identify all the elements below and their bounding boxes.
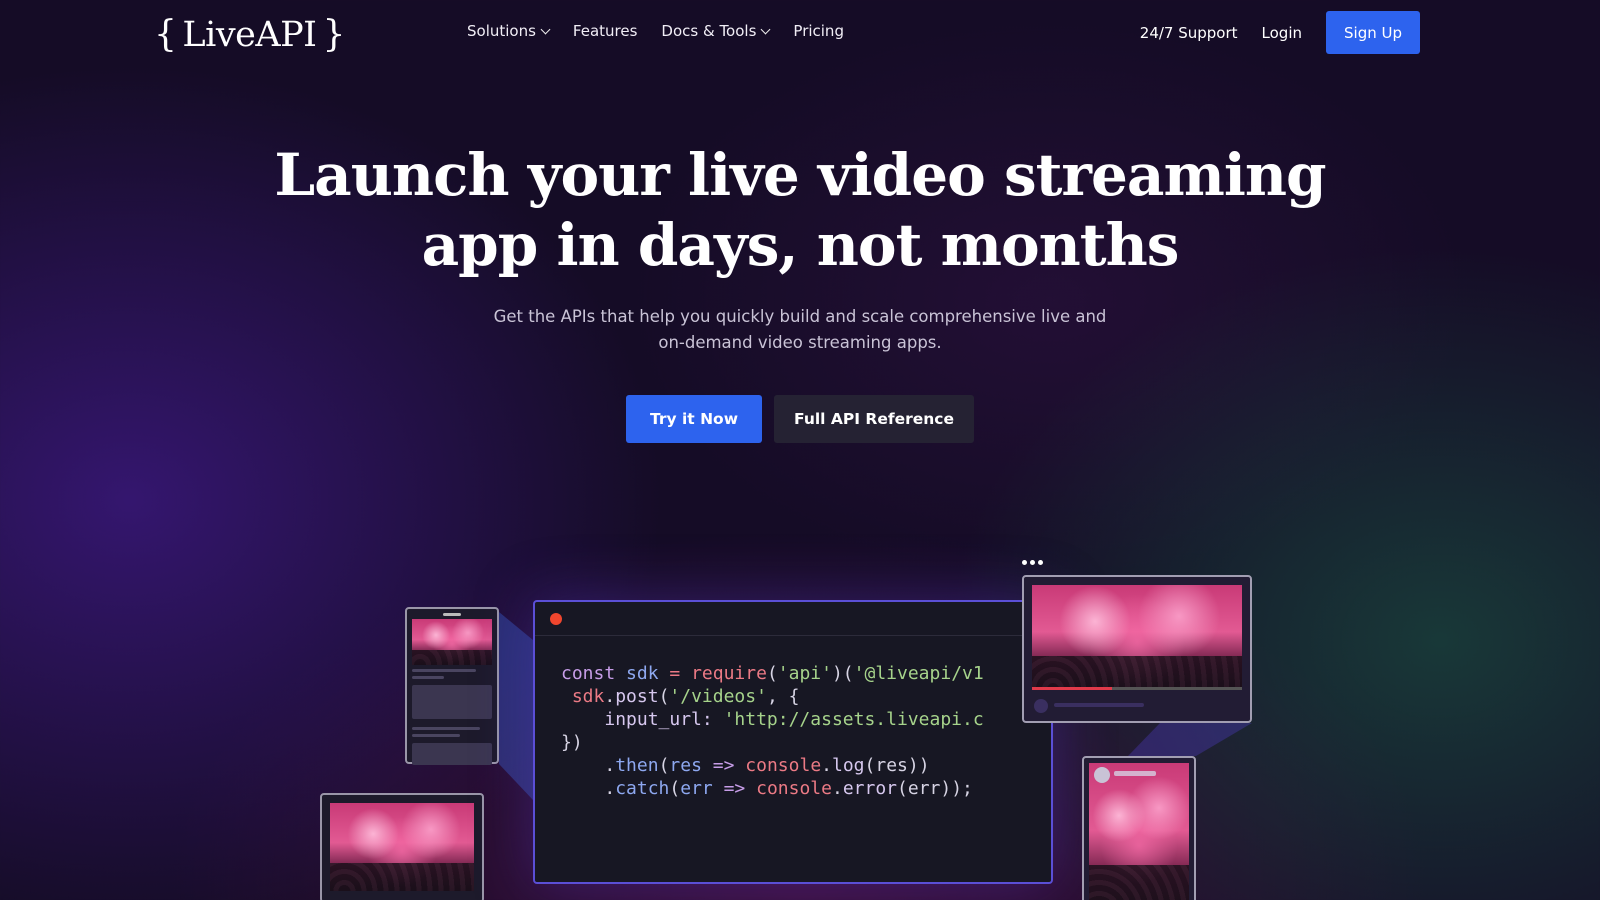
nav-item-label: Docs & Tools xyxy=(661,22,757,40)
code-line-4: }) xyxy=(561,732,583,753)
phone-mockup-right xyxy=(1082,756,1196,900)
placeholder-block xyxy=(412,743,492,765)
avatar xyxy=(1034,699,1048,713)
nav-item-label: Solutions xyxy=(467,22,536,40)
api-reference-button[interactable]: Full API Reference xyxy=(774,395,974,443)
more-options-icon xyxy=(1022,560,1043,565)
chevron-down-icon xyxy=(540,24,551,34)
concert-thumbnail xyxy=(412,619,492,665)
hero-subhead: Get the APIs that help you quickly build… xyxy=(0,304,1600,356)
placeholder-line xyxy=(412,734,460,737)
avatar xyxy=(1094,767,1110,783)
code-line-5: .then(res => console.log(res)) xyxy=(604,755,930,776)
code-line-3: input_url: 'http://assets.liveapi.c xyxy=(604,709,984,730)
nav-item-features[interactable]: Features xyxy=(573,22,638,40)
headline-line-1: Launch your live video streaming xyxy=(274,141,1326,209)
code-editor-window: const sdk = require('api')('@liveapi/v1 … xyxy=(533,600,1053,884)
video-progress-bar xyxy=(1032,687,1242,690)
record-dot-icon xyxy=(550,613,562,625)
logo-brace-left: { xyxy=(154,14,177,55)
phone-mockup-left xyxy=(405,607,499,765)
code-line-1: const sdk = require('api')('@liveapi/v1 xyxy=(561,663,984,684)
chevron-down-icon xyxy=(760,24,771,34)
phone-notch xyxy=(443,613,461,616)
support-link[interactable]: 24/7 Support xyxy=(1140,24,1238,42)
logo-text: LiveAPI xyxy=(182,14,317,55)
try-it-now-button[interactable]: Try it Now xyxy=(626,395,762,443)
subhead-line-1: Get the APIs that help you quickly build… xyxy=(493,307,1107,326)
hero-headline: Launch your live video streaming app in … xyxy=(0,140,1600,280)
beam-left xyxy=(499,612,533,800)
nav-item-solutions[interactable]: Solutions xyxy=(467,22,551,40)
video-progress-fill xyxy=(1032,687,1112,690)
hero-cta-row: Try it Now Full API Reference xyxy=(0,395,1600,443)
placeholder-block xyxy=(412,685,492,719)
placeholder-line xyxy=(412,669,476,672)
concert-video-frame xyxy=(1032,585,1242,689)
concert-thumbnail xyxy=(330,803,474,891)
code-line-6: .catch(err => console.error(err)); xyxy=(604,778,973,799)
nav-item-label: Features xyxy=(572,22,638,40)
brand-logo[interactable]: { LiveAPI } xyxy=(148,14,351,55)
nav-actions: 24/7 Support Login Sign Up xyxy=(1140,11,1420,54)
placeholder-line xyxy=(412,676,444,679)
nav-item-docs-tools[interactable]: Docs & Tools xyxy=(661,22,771,40)
placeholder-line xyxy=(1114,771,1156,776)
subhead-line-2: on-demand video streaming apps. xyxy=(658,333,942,352)
main-nav: Solutions Features Docs & Tools Pricing xyxy=(467,22,844,40)
headline-line-2: app in days, not months xyxy=(421,211,1180,279)
code-sample: const sdk = require('api')('@liveapi/v1 … xyxy=(535,636,1051,800)
concert-vertical-frame xyxy=(1089,763,1189,900)
login-link[interactable]: Login xyxy=(1262,24,1302,42)
signup-button[interactable]: Sign Up xyxy=(1326,11,1420,54)
nav-item-pricing[interactable]: Pricing xyxy=(793,22,844,40)
nav-item-label: Pricing xyxy=(793,22,844,40)
code-window-titlebar xyxy=(535,602,1051,636)
beam-right xyxy=(1128,723,1252,756)
desktop-player-mockup xyxy=(1022,575,1252,723)
code-line-2: sdk.post('/videos', { xyxy=(571,686,800,707)
logo-brace-right: } xyxy=(322,14,345,55)
tablet-mockup xyxy=(320,793,484,900)
placeholder-line xyxy=(412,727,480,730)
placeholder-line xyxy=(1054,703,1144,707)
